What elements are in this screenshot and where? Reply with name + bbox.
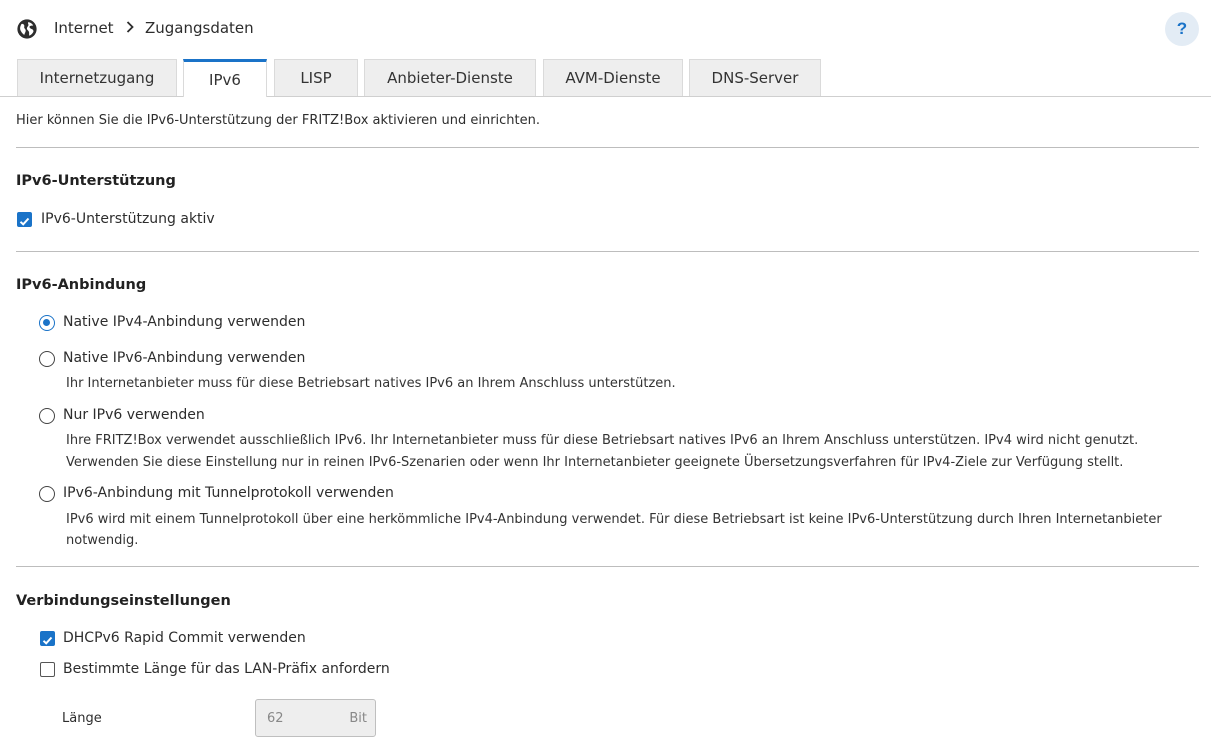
tunnel-desc-line2: notwendig.	[66, 533, 139, 548]
length-label: Länge	[62, 711, 102, 726]
tab-avm-dienste[interactable]: AVM-Dienste	[543, 59, 683, 96]
ipv6-support-checkbox[interactable]	[17, 212, 32, 227]
help-button[interactable]: ?	[1165, 12, 1199, 46]
radio-only-ipv6[interactable]	[39, 408, 55, 424]
rapid-commit-checkbox[interactable]	[40, 631, 55, 646]
prefix-length-checkbox[interactable]	[40, 662, 55, 677]
heading-ipv6-binding: IPv6-Anbindung	[16, 277, 147, 293]
prefix-length-label[interactable]: Bestimmte Länge für das LAN-Präfix anfor…	[63, 661, 390, 677]
length-input[interactable]: 62 Bit	[255, 699, 376, 737]
tab-dns-server[interactable]: DNS-Server	[689, 59, 821, 96]
radio-tunnel-label[interactable]: IPv6-Anbindung mit Tunnelprotokoll verwe…	[63, 485, 394, 501]
radio-native-ipv6-label[interactable]: Native IPv6-Anbindung verwenden	[63, 350, 305, 366]
radio-native-ipv4[interactable]	[39, 315, 55, 331]
native-ipv6-desc: Ihr Internetanbieter muss für diese Betr…	[66, 376, 676, 391]
intro-text: Hier können Sie die IPv6-Unterstützung d…	[16, 113, 541, 128]
radio-native-ipv4-label[interactable]: Native IPv4-Anbindung verwenden	[63, 314, 305, 330]
length-unit: Bit	[349, 711, 367, 726]
tab-lisp[interactable]: LISP	[274, 59, 358, 96]
tab-internetzugang[interactable]: Internetzugang	[17, 59, 177, 96]
breadcrumb-current: Zugangsdaten	[145, 19, 254, 37]
ipv6-support-label[interactable]: IPv6-Unterstützung aktiv	[41, 211, 215, 227]
section-divider	[16, 147, 1199, 148]
length-value: 62	[267, 711, 284, 726]
globe-icon	[17, 19, 37, 39]
only-ipv6-desc-line1: Ihre FRITZ!Box verwendet ausschließlich …	[66, 433, 1139, 448]
rapid-commit-label[interactable]: DHCPv6 Rapid Commit verwenden	[63, 630, 306, 646]
heading-connection-settings: Verbindungseinstellungen	[16, 593, 231, 609]
tab-ipv6[interactable]: IPv6	[183, 59, 267, 97]
tab-bar-divider	[0, 96, 1211, 97]
check-icon	[42, 636, 53, 645]
radio-native-ipv6[interactable]	[39, 351, 55, 367]
tunnel-desc-line1: IPv6 wird mit einem Tunnelprotokoll über…	[66, 512, 1162, 527]
section-divider	[16, 566, 1199, 567]
radio-only-ipv6-label[interactable]: Nur IPv6 verwenden	[63, 407, 205, 423]
breadcrumb-internet[interactable]: Internet	[54, 19, 114, 37]
heading-ipv6-support: IPv6-Unterstützung	[16, 173, 176, 189]
tab-anbieter-dienste[interactable]: Anbieter-Dienste	[364, 59, 536, 96]
chevron-right-icon	[126, 21, 134, 33]
radio-tunnel[interactable]	[39, 486, 55, 502]
check-icon	[19, 217, 30, 226]
section-divider	[16, 251, 1199, 252]
only-ipv6-desc-line2: Verwenden Sie diese Einstellung nur in r…	[66, 455, 1124, 470]
